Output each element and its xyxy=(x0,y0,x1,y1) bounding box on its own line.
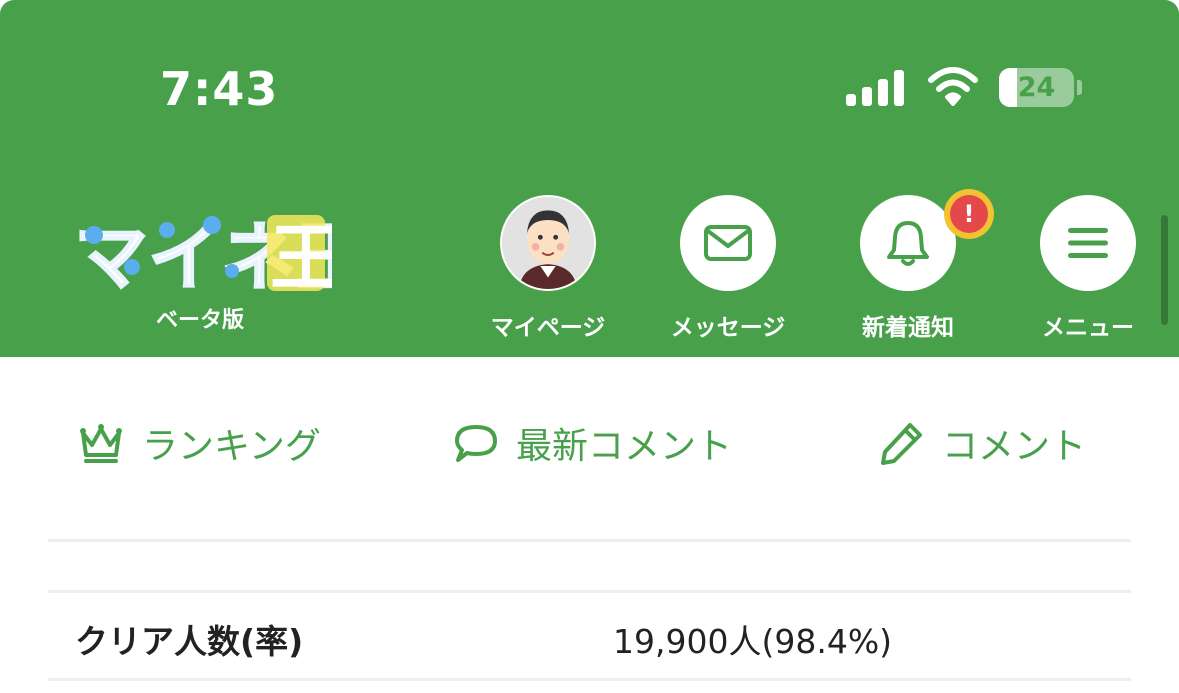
avatar[interactable] xyxy=(500,195,596,291)
cellular-signal-icon xyxy=(846,70,904,106)
speech-bubble-icon xyxy=(455,425,497,462)
divider-row-top xyxy=(48,590,1131,593)
divider-top xyxy=(48,539,1131,542)
table-row: クリア人数(率) 19,900人(98.4%) xyxy=(48,595,1131,680)
nav-messages-label: メッセージ xyxy=(670,315,786,341)
nav-messages[interactable]: メッセージ xyxy=(638,195,818,345)
battery-icon: 24 xyxy=(999,68,1074,107)
status-time: 7:43 xyxy=(160,62,279,116)
svg-text:王: 王 xyxy=(270,216,332,300)
hamburger-menu-icon xyxy=(1068,228,1108,258)
nav-menu-label: メニュー xyxy=(1042,315,1134,341)
notification-badge-mark: ! xyxy=(950,195,988,233)
tab-latest-comments[interactable]: 最新コメント xyxy=(454,418,732,468)
nav-menu-button[interactable] xyxy=(1040,195,1136,291)
avatar-illustration xyxy=(502,197,594,289)
clear-count-label: クリア人数(率) xyxy=(75,622,304,661)
bell-icon xyxy=(887,221,929,266)
nav-mypage[interactable]: マイページ xyxy=(458,195,638,345)
app-logo[interactable]: マイネ王 王 xyxy=(72,205,332,300)
nav-menu[interactable]: メニュー xyxy=(998,195,1178,345)
notification-badge: ! xyxy=(944,189,994,239)
tab-ranking-label: ランキング xyxy=(142,426,321,467)
scrollbar[interactable] xyxy=(1161,215,1168,325)
crown-icon xyxy=(80,424,122,463)
nav-notifications[interactable]: ! 新着通知 xyxy=(818,189,998,345)
pencil-icon xyxy=(881,423,922,465)
clear-count-value: 19,900人(98.4%) xyxy=(613,622,893,661)
nav-messages-button[interactable] xyxy=(680,195,776,291)
app-header: 7:43 24 マイネ王 王 ベータ版 xyxy=(0,0,1179,357)
content-tabs: ランキング 最新コメント コメント xyxy=(0,400,1179,490)
tab-latest-comments-label: 最新コメント xyxy=(516,426,733,467)
tab-ranking[interactable]: ランキング xyxy=(78,418,321,468)
battery-nub xyxy=(1077,80,1082,95)
nav-notifications-label: 新着通知 xyxy=(862,315,954,341)
tab-comment[interactable]: コメント xyxy=(880,418,1086,468)
nav-mypage-label: マイページ xyxy=(490,315,606,341)
divider-row-bottom xyxy=(48,678,1131,681)
battery-level: 24 xyxy=(1017,72,1056,103)
envelope-icon xyxy=(704,225,752,261)
nav-notifications-button[interactable] xyxy=(860,195,956,291)
wifi-icon xyxy=(928,67,978,106)
tab-comment-label: コメント xyxy=(942,426,1087,467)
logo-subtitle: ベータ版 xyxy=(155,308,244,333)
